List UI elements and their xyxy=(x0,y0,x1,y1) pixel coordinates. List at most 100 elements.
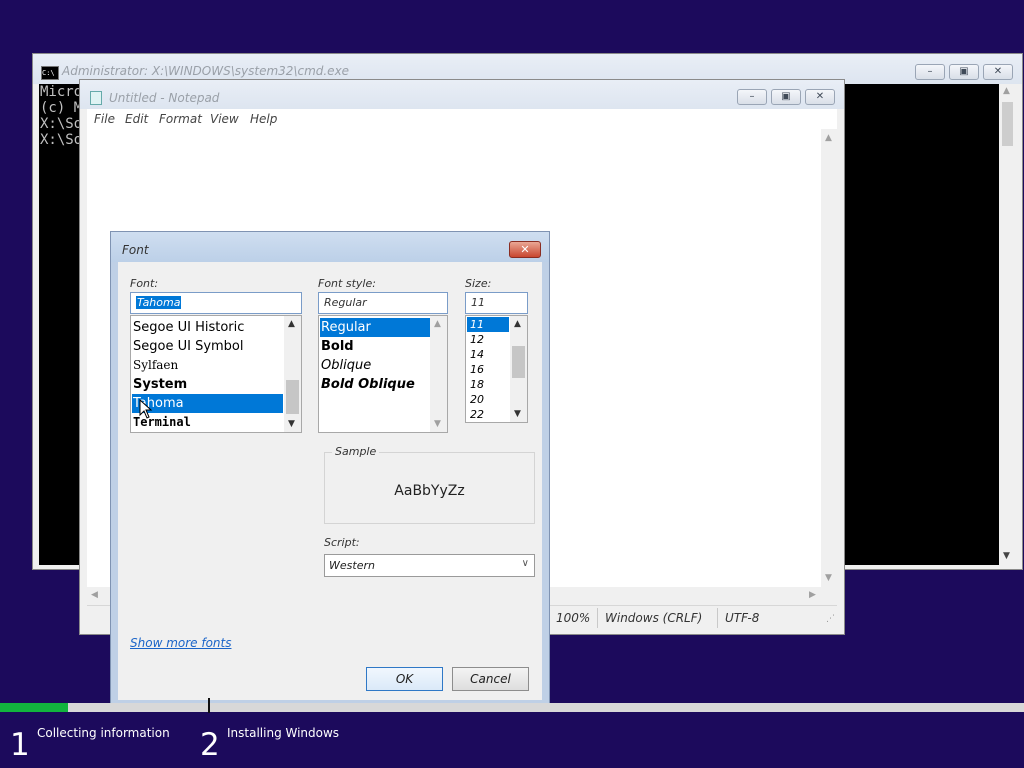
progress-step-marker xyxy=(208,698,210,713)
scroll-up-icon[interactable]: ▲ xyxy=(1003,86,1010,96)
script-label: Script: xyxy=(324,536,360,549)
font-style-scrollbar[interactable]: ▲ ▼ xyxy=(430,316,447,432)
script-dropdown[interactable]: Western ∨ xyxy=(324,554,535,577)
step-label: Collecting information xyxy=(37,726,170,740)
scroll-thumb[interactable] xyxy=(1002,102,1013,146)
notepad-vertical-scrollbar[interactable]: ▲ ▼ xyxy=(821,129,838,587)
font-dialog-body: Font: Tahoma Segoe UI Historic Segoe UI … xyxy=(118,262,542,700)
setup-progress-fill xyxy=(0,703,68,712)
font-dialog[interactable]: Font ✕ Font: Tahoma Segoe UI Historic Se… xyxy=(110,231,550,707)
cmd-vertical-scrollbar[interactable]: ▲ ▼ xyxy=(999,84,1016,565)
font-list-scrollbar[interactable]: ▲ ▼ xyxy=(284,316,301,432)
mouse-pointer-icon xyxy=(139,399,153,419)
scroll-up-icon[interactable]: ▲ xyxy=(825,133,832,143)
font-dialog-titlebar[interactable]: Font ✕ xyxy=(111,232,549,262)
font-style-input[interactable]: Regular xyxy=(318,292,448,314)
size-label: Size: xyxy=(465,277,492,290)
scroll-down-icon[interactable]: ▼ xyxy=(514,409,521,419)
minimize-button[interactable]: – xyxy=(915,64,945,80)
maximize-button[interactable]: ▣ xyxy=(949,64,979,80)
font-label: Font: xyxy=(130,277,159,290)
show-more-fonts-link[interactable]: Show more fonts xyxy=(130,636,231,650)
size-list-item[interactable]: 18 xyxy=(467,377,509,392)
font-list-item[interactable]: System xyxy=(132,375,283,394)
scroll-down-icon[interactable]: ▼ xyxy=(288,419,295,429)
dialog-close-button[interactable]: ✕ xyxy=(509,241,541,258)
menu-help[interactable]: Help xyxy=(250,112,277,126)
menu-edit[interactable]: Edit xyxy=(125,112,148,126)
resize-grip-icon[interactable]: ⋰ xyxy=(826,614,835,624)
size-list-item[interactable]: 22 xyxy=(467,407,509,422)
scroll-down-icon[interactable]: ▼ xyxy=(825,573,832,583)
font-list-item[interactable]: Segoe UI Historic xyxy=(132,318,283,337)
font-list-item[interactable]: Terminal xyxy=(132,413,283,432)
font-name-value: Tahoma xyxy=(136,296,182,309)
menu-bar: File Edit Format View Help xyxy=(87,109,837,129)
size-list-item[interactable]: 14 xyxy=(467,347,509,362)
minimize-button[interactable]: – xyxy=(737,89,767,105)
size-input[interactable]: 11 xyxy=(465,292,528,314)
notepad-app-icon xyxy=(90,91,102,105)
scroll-down-icon[interactable]: ▼ xyxy=(1003,551,1010,561)
maximize-button[interactable]: ▣ xyxy=(771,89,801,105)
status-zoom: 100% xyxy=(556,611,591,625)
restore-icon: ▣ xyxy=(959,66,969,77)
size-list-scrollbar[interactable]: ▲ ▼ xyxy=(510,316,527,422)
size-list-item[interactable]: 20 xyxy=(467,392,509,407)
close-icon: ✕ xyxy=(993,66,1003,77)
size-list[interactable]: 11 12 14 16 18 20 22 ▲ ▼ xyxy=(465,315,528,423)
chevron-down-icon: ∨ xyxy=(521,558,529,569)
font-list[interactable]: Segoe UI Historic Segoe UI Symbol Sylfae… xyxy=(130,315,302,433)
menu-file[interactable]: File xyxy=(94,112,115,126)
scroll-down-icon[interactable]: ▼ xyxy=(434,419,441,429)
menu-format[interactable]: Format xyxy=(159,112,202,126)
scroll-up-icon[interactable]: ▲ xyxy=(514,319,521,329)
minimize-icon: – xyxy=(927,66,933,77)
close-button[interactable]: ✕ xyxy=(983,64,1013,80)
font-list-item-selected[interactable]: Tahoma xyxy=(132,394,283,413)
step-label: Installing Windows xyxy=(227,726,340,740)
font-style-item[interactable]: Bold Oblique xyxy=(320,375,430,394)
scroll-thumb[interactable] xyxy=(286,380,299,414)
scroll-right-icon[interactable]: ▶ xyxy=(809,590,816,600)
scroll-thumb[interactable] xyxy=(512,346,525,378)
sample-group: AaBbYyZz xyxy=(324,452,535,524)
notepad-titlebar[interactable]: Untitled - Notepad – ▣ ✕ xyxy=(80,80,844,109)
scroll-left-icon[interactable]: ◀ xyxy=(91,590,98,600)
font-dialog-title: Font xyxy=(122,243,149,257)
notepad-window-title: Untitled - Notepad xyxy=(109,91,220,105)
font-style-label: Font style: xyxy=(318,277,376,290)
minimize-icon: – xyxy=(749,91,755,102)
status-encoding: UTF-8 xyxy=(725,611,760,625)
setup-progress-bar xyxy=(0,703,1024,712)
font-list-item[interactable]: Sylfaen xyxy=(132,356,283,375)
close-icon: ✕ xyxy=(815,91,825,102)
close-button[interactable]: ✕ xyxy=(805,89,835,105)
restore-icon: ▣ xyxy=(781,91,791,102)
font-style-item[interactable]: Bold xyxy=(320,337,430,356)
status-separator xyxy=(717,608,718,628)
font-list-item[interactable]: Segoe UI Symbol xyxy=(132,337,283,356)
ok-button[interactable]: OK xyxy=(366,667,443,691)
font-style-list[interactable]: Regular Bold Oblique Bold Oblique ▲ ▼ xyxy=(318,315,448,433)
size-list-item[interactable]: 16 xyxy=(467,362,509,377)
cancel-button[interactable]: Cancel xyxy=(452,667,529,691)
step-number: 2 xyxy=(200,727,220,763)
size-list-item[interactable]: 12 xyxy=(467,332,509,347)
status-line-ending: Windows (CRLF) xyxy=(605,611,703,625)
sample-label: Sample xyxy=(332,445,380,458)
scroll-up-icon[interactable]: ▲ xyxy=(288,319,295,329)
font-style-item-selected[interactable]: Regular xyxy=(320,318,430,337)
size-list-item-selected[interactable]: 11 xyxy=(467,317,509,332)
cmd-app-icon: C:\ xyxy=(41,66,59,80)
cmd-window-title: Administrator: X:\WINDOWS\system32\cmd.e… xyxy=(62,64,350,78)
close-icon: ✕ xyxy=(520,243,530,256)
script-selected-value: Western xyxy=(329,559,375,572)
status-separator xyxy=(597,608,598,628)
sample-preview-text: AaBbYyZz xyxy=(394,483,465,499)
scroll-up-icon[interactable]: ▲ xyxy=(434,319,441,329)
font-name-input[interactable]: Tahoma xyxy=(130,292,302,314)
menu-view[interactable]: View xyxy=(210,112,239,126)
step-number: 1 xyxy=(10,727,30,763)
font-style-item[interactable]: Oblique xyxy=(320,356,430,375)
